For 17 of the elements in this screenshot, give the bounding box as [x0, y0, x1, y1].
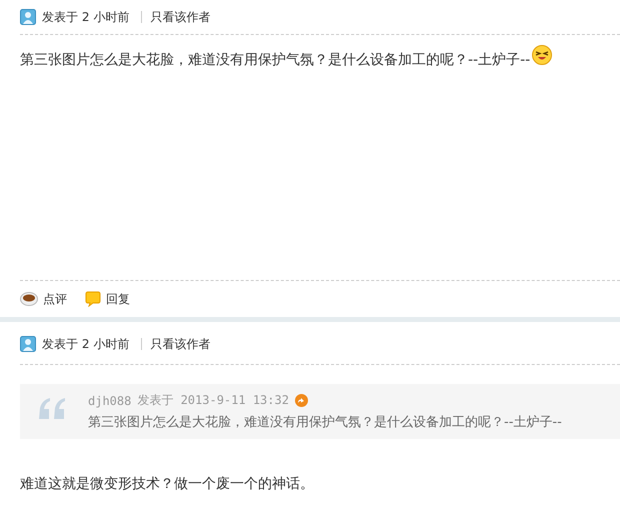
quote-author: djh088	[88, 394, 132, 408]
author-only-link[interactable]: 只看该作者	[150, 336, 210, 352]
post-time: 发表于 2 小时前	[42, 336, 130, 352]
user-icon	[20, 336, 36, 352]
post-text: 第三张图片怎么是大花脸，难道没有用保护气氛？是什么设备加工的呢？--土炉子--	[20, 51, 530, 69]
emoji-icon	[532, 45, 552, 65]
post-text: 难道这就是微变形技术？做一个废一个的神话。	[20, 475, 314, 493]
quote-text: 第三张图片怎么是大花脸，难道没有用保护气氛？是什么设备加工的呢？--土炉子--	[88, 414, 562, 431]
user-icon	[20, 9, 36, 25]
quote-time: 发表于 2013-9-11 13:32	[137, 392, 289, 409]
cup-icon	[20, 292, 38, 306]
quote-mark-icon	[38, 396, 66, 420]
speech-bubble-icon	[85, 291, 101, 307]
reply-link[interactable]: 回复	[85, 290, 130, 308]
comment-link[interactable]: 点评	[20, 290, 67, 308]
author-only-link[interactable]: 只看该作者	[150, 8, 210, 26]
post-time: 发表于 2 小时前	[42, 8, 130, 26]
